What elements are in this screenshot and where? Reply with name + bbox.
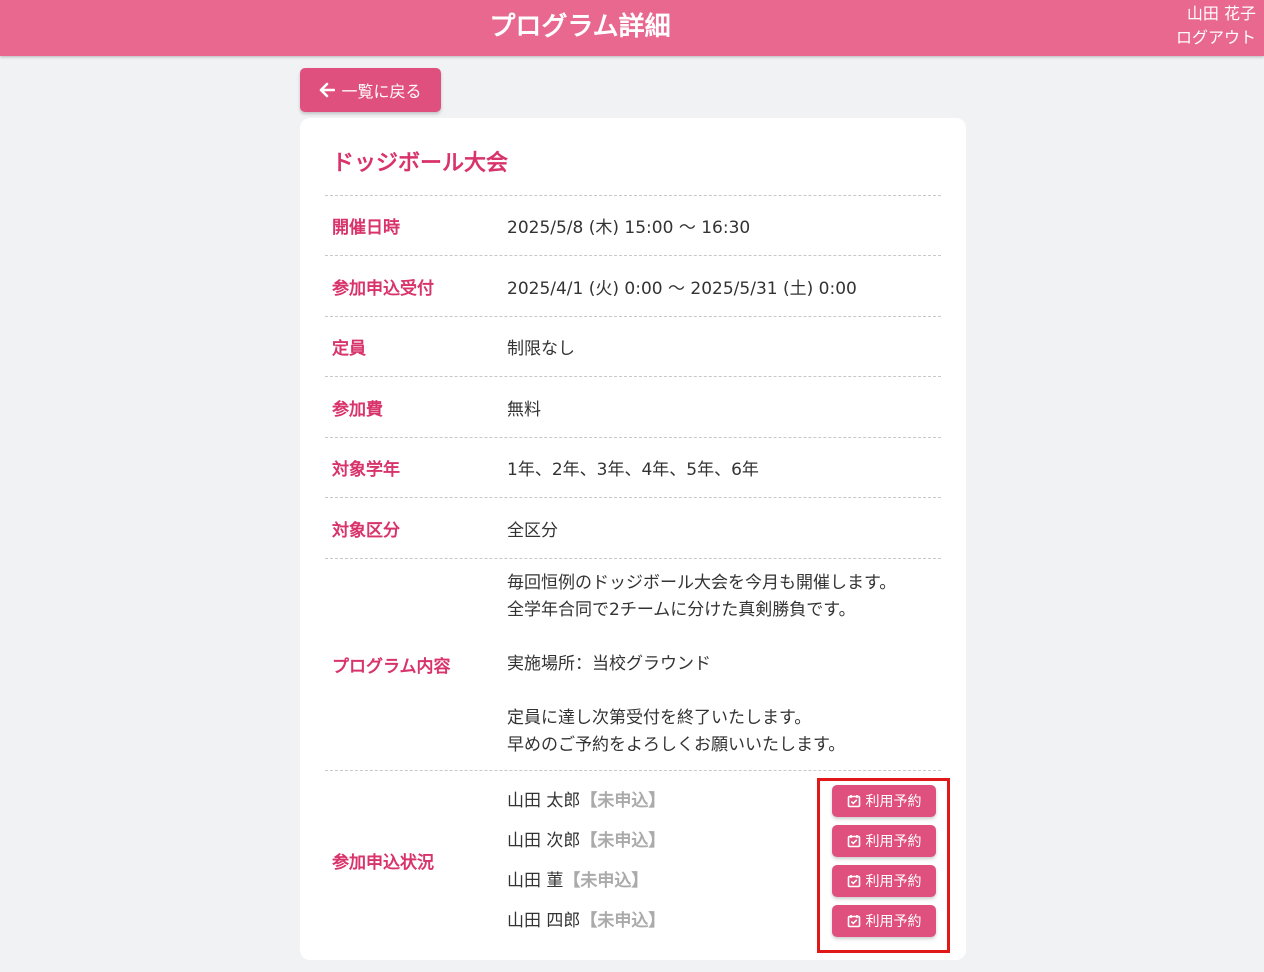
description-line: 毎回恒例のドッジボール大会を今月も開催します。 <box>507 573 897 593</box>
detail-label: プログラム内容 <box>332 657 451 677</box>
description-line: 定員に達し次第受付を終了いたします。 <box>507 708 812 728</box>
user-name: 山田 花子 <box>1186 4 1256 23</box>
reserve-button-shiro[interactable]: 利用予約 <box>832 905 936 937</box>
participant-item: 山田 菫【未申込】 <box>507 861 813 901</box>
detail-value: 無料 <box>507 399 541 420</box>
participant-list: 山田 太郎【未申込】 山田 次郎【未申込】 山田 菫【未申込】 山田 四郎【未申… <box>507 781 813 941</box>
status-badge: 【未申込】 <box>580 910 666 931</box>
description-line <box>507 624 941 651</box>
detail-row-description: プログラム内容 毎回恒例のドッジボール大会を今月も開催します。 全学年合同で2チ… <box>325 558 941 770</box>
calendar-check-icon <box>847 795 860 808</box>
detail-label: 対象学年 <box>332 460 400 480</box>
participant-name: 山田 次郎 <box>507 830 581 851</box>
status-badge: 【未申込】 <box>563 870 649 891</box>
reserve-button-label: 利用予約 <box>865 834 922 850</box>
detail-row-target-grades: 対象学年 1年、2年、3年、4年、5年、6年 <box>325 437 941 497</box>
detail-row-target-category: 対象区分 全区分 <box>325 497 941 558</box>
participant-item: 山田 次郎【未申込】 <box>507 821 813 861</box>
detail-label: 参加申込受付 <box>332 278 434 299</box>
app-header: プログラム詳細 山田 花子 ログアウト <box>0 0 1264 56</box>
detail-value: 全区分 <box>507 520 558 541</box>
description-text: 毎回恒例のドッジボール大会を今月も開催します。 全学年合同で2チームに分けた真剣… <box>507 570 941 759</box>
reserve-button-sumire[interactable]: 利用予約 <box>832 865 936 897</box>
calendar-check-icon <box>847 915 860 928</box>
program-title: ドッジボール大会 <box>332 151 509 176</box>
detail-label: 開催日時 <box>332 218 400 238</box>
description-line: 全学年合同で2チームに分けた真剣勝負です。 <box>507 600 856 620</box>
participant-name: 山田 太郎 <box>507 790 581 811</box>
reserve-button-label: 利用予約 <box>865 874 922 890</box>
detail-value: 2025/4/1 (火) 0:00 〜 2025/5/31 (土) 0:00 <box>507 278 857 299</box>
detail-label: 参加費 <box>332 399 383 420</box>
description-line: 実施場所：当校グラウンド <box>507 654 711 674</box>
reserve-buttons-highlight: 利用予約 利用予約 利用予約 利用予約 <box>817 778 950 953</box>
reserve-button-jiro[interactable]: 利用予約 <box>832 825 936 857</box>
participant-item: 山田 四郎【未申込】 <box>507 901 813 941</box>
program-detail-card: ドッジボール大会 開催日時 2025/5/8 (木) 15:00 〜 16:30… <box>300 118 966 960</box>
participant-name: 山田 菫 <box>507 870 564 891</box>
description-line <box>507 678 941 705</box>
participant-item: 山田 太郎【未申込】 <box>507 781 813 821</box>
detail-label: 定員 <box>332 339 366 359</box>
calendar-check-icon <box>847 875 860 888</box>
user-menu: 山田 花子 ログアウト <box>1176 2 1256 50</box>
detail-row-fee: 参加費 無料 <box>325 376 941 437</box>
detail-row-capacity: 定員 制限なし <box>325 316 941 376</box>
page-title: プログラム詳細 <box>489 12 671 42</box>
participant-name: 山田 四郎 <box>507 910 581 931</box>
back-to-list-label: 一覧に戻る <box>341 82 422 101</box>
status-badge: 【未申込】 <box>580 830 666 851</box>
back-to-list-button[interactable]: 一覧に戻る <box>300 68 441 112</box>
detail-value: 2025/5/8 (木) 15:00 〜 16:30 <box>507 218 751 238</box>
detail-value: 1年、2年、3年、4年、5年、6年 <box>507 460 759 480</box>
reserve-button-taro[interactable]: 利用予約 <box>832 785 936 817</box>
detail-label: 参加申込状況 <box>332 853 434 873</box>
arrow-left-icon <box>320 82 336 98</box>
detail-label: 対象区分 <box>332 520 400 541</box>
detail-value: 制限なし <box>507 339 575 359</box>
detail-row-datetime: 開催日時 2025/5/8 (木) 15:00 〜 16:30 <box>325 195 941 255</box>
detail-row-application-period: 参加申込受付 2025/4/1 (火) 0:00 〜 2025/5/31 (土)… <box>325 255 941 316</box>
reserve-button-label: 利用予約 <box>865 914 922 930</box>
reserve-button-label: 利用予約 <box>865 794 922 810</box>
calendar-check-icon <box>847 835 860 848</box>
logout-link[interactable]: ログアウト <box>1176 26 1256 50</box>
status-badge: 【未申込】 <box>580 790 666 811</box>
description-line: 早めのご予約をよろしくお願いいたします。 <box>507 735 846 755</box>
